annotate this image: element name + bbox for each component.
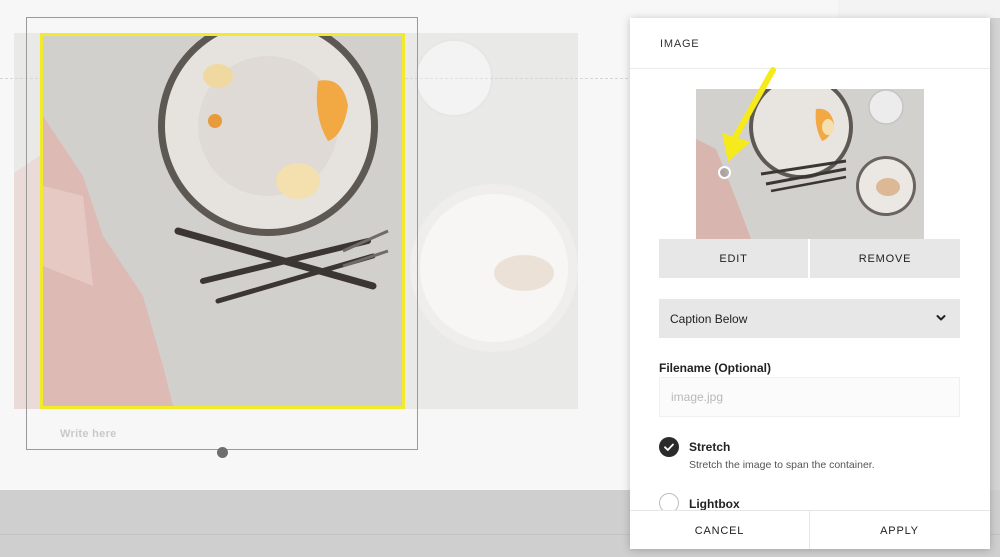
edit-button[interactable]: EDIT <box>659 239 808 278</box>
image-settings-panel: IMAGE EDIT REMOVE Caption Below Filename… <box>630 18 990 549</box>
panel-header: IMAGE <box>630 18 990 69</box>
selected-image[interactable] <box>40 33 405 409</box>
remove-button[interactable]: REMOVE <box>810 239 960 278</box>
resize-handle[interactable] <box>217 447 228 458</box>
panel-title: IMAGE <box>660 38 700 50</box>
stretch-description: Stretch the image to span the container. <box>689 459 875 471</box>
stretch-label[interactable]: Stretch <box>689 440 730 454</box>
focal-point-handle[interactable] <box>718 166 731 179</box>
stretch-checkbox[interactable] <box>659 437 679 457</box>
checkmark-icon <box>664 443 674 451</box>
apply-button[interactable]: APPLY <box>810 511 989 549</box>
caption-position-select[interactable]: Caption Below <box>659 299 960 338</box>
filename-field[interactable] <box>659 377 960 417</box>
lightbox-label[interactable]: Lightbox <box>689 497 740 511</box>
filename-input[interactable] <box>660 378 959 416</box>
editor-top-strip <box>838 0 1000 18</box>
filename-label: Filename (Optional) <box>659 361 772 375</box>
caption-position-value: Caption Below <box>670 312 748 326</box>
panel-footer: CANCEL APPLY <box>630 510 990 549</box>
image-thumbnail[interactable] <box>696 89 924 239</box>
cancel-button[interactable]: CANCEL <box>630 511 810 549</box>
caption-placeholder[interactable]: Write here <box>60 428 117 440</box>
chevron-down-icon <box>936 315 946 321</box>
